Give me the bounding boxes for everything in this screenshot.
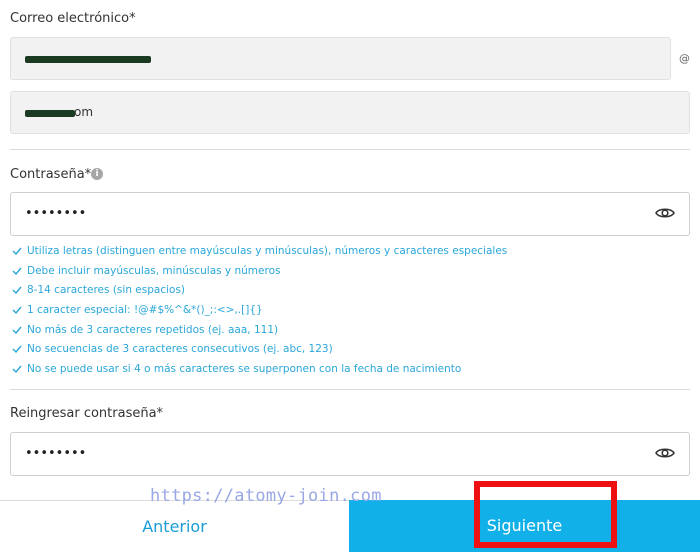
- email-domain-suffix: om: [74, 105, 94, 119]
- rule-item: 1 caracter especial: !@#$%^&*()_;:<>,.[]…: [12, 300, 507, 320]
- email-local-field[interactable]: [10, 37, 671, 80]
- password-label: Contraseña*: [10, 167, 92, 182]
- rule-text: No se puede usar si 4 o más caracteres s…: [27, 362, 462, 375]
- email-domain-field[interactable]: om: [10, 91, 690, 134]
- rule-item: Debe incluir mayúsculas, minúsculas y nú…: [12, 261, 507, 281]
- rule-text: 8-14 caracteres (sin espacios): [27, 284, 186, 297]
- email-label: Correo electrónico*: [10, 11, 136, 26]
- rule-item: No secuencias de 3 caracteres consecutiv…: [12, 339, 507, 359]
- eye-icon[interactable]: [655, 446, 675, 460]
- rule-item: 8-14 caracteres (sin espacios): [12, 280, 507, 300]
- check-icon: [12, 267, 22, 275]
- rule-text: Utiliza letras (distinguen entre mayúscu…: [27, 244, 508, 257]
- rule-item: No más de 3 caracteres repetidos (ej. aa…: [12, 320, 507, 340]
- rule-item: No se puede usar si 4 o más caracteres s…: [12, 359, 507, 379]
- next-button[interactable]: Siguiente: [349, 500, 700, 552]
- rule-text: No más de 3 caracteres repetidos (ej. aa…: [27, 323, 279, 336]
- check-icon: [12, 306, 22, 314]
- check-icon: [12, 286, 22, 295]
- confirm-password-mask: ••••••••: [25, 446, 87, 461]
- check-icon: [12, 326, 22, 334]
- password-rules: Utiliza letras (distinguen entre mayúscu…: [12, 241, 507, 379]
- check-icon: [12, 365, 22, 374]
- password-mask: ••••••••: [25, 206, 87, 221]
- watermark-url: https://atomy-join.com: [150, 486, 382, 506]
- confirm-password-label: Reingresar contraseña*: [10, 406, 164, 421]
- redacted-email-local: [25, 56, 151, 63]
- check-icon: [12, 345, 22, 354]
- rule-item: Utiliza letras (distinguen entre mayúscu…: [12, 241, 507, 261]
- rule-text: 1 caracter especial: !@#$%^&*()_;:<>,.[]…: [27, 303, 263, 316]
- rule-text: No secuencias de 3 caracteres consecutiv…: [27, 343, 333, 356]
- info-icon[interactable]: i: [91, 168, 103, 180]
- check-icon: [12, 247, 22, 255]
- previous-button[interactable]: Anterior: [0, 500, 349, 552]
- password-input[interactable]: ••••••••: [10, 192, 690, 236]
- redacted-email-domain: [25, 110, 75, 117]
- divider: [10, 389, 690, 390]
- divider: [10, 149, 690, 150]
- eye-icon[interactable]: [655, 206, 675, 220]
- confirm-password-input[interactable]: ••••••••: [10, 432, 690, 476]
- at-symbol: @: [679, 52, 690, 65]
- rule-text: Debe incluir mayúsculas, minúsculas y nú…: [27, 264, 281, 277]
